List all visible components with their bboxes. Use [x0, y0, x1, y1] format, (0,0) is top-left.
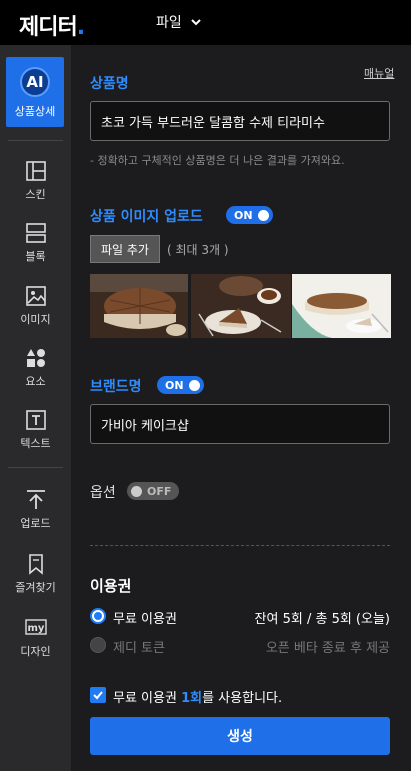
bookmark-icon — [28, 554, 43, 575]
toggle-knob — [131, 485, 142, 497]
token-radio[interactable] — [90, 637, 106, 653]
file-menu-label: 파일 — [156, 15, 182, 31]
checkmark-icon — [93, 691, 103, 700]
generate-button[interactable]: 생성 — [90, 717, 390, 755]
product-image-thumbnail[interactable] — [292, 274, 391, 338]
my-design-icon: my — [24, 619, 47, 635]
use-free-pass-text: 무료 이용권 1회를 사용합니다. — [113, 691, 283, 706]
upload-icon — [26, 490, 45, 509]
main-panel: 매뉴얼 상품명 초코 가득 부드러운 달콤함 수제 티라미수 - 정확하고 구체… — [71, 45, 411, 771]
top-bar: 제디터. 파일 — [0, 0, 411, 45]
section-divider — [90, 545, 390, 546]
brand-title: 브랜드명 — [90, 379, 142, 395]
toggle-label: ON — [234, 208, 253, 222]
toggle-knob — [257, 209, 269, 221]
product-name-title: 상품명 — [90, 76, 129, 92]
free-pass-label: 무료 이용권 — [113, 612, 177, 627]
sidebar-item-label: 즐겨찾기 — [15, 581, 56, 594]
sidebar-item-label: 업로드 — [20, 517, 51, 530]
image-icon — [25, 286, 46, 306]
sidebar-item-label: 스킨 — [25, 188, 46, 201]
product-name-hint: - 정확하고 구체적인 상품명은 더 나은 결과를 가져와요. — [90, 154, 345, 167]
sidebar-item-my-design[interactable]: my 디자인 — [0, 617, 71, 659]
toggle-knob — [188, 379, 200, 391]
options-title: 옵션 — [90, 485, 116, 501]
sidebar-item-label: 상품상세 — [14, 105, 56, 118]
product-name-input[interactable]: 초코 가득 부드러운 달콤함 수제 티라미수 — [90, 101, 390, 141]
sidebar-item-bookmark[interactable]: 즐겨찾기 — [0, 553, 71, 595]
text-icon — [25, 410, 46, 430]
sidebar-item-label: 텍스트 — [20, 437, 51, 450]
sidebar-divider — [8, 140, 63, 141]
sidebar-item-label: 블록 — [25, 250, 46, 263]
sidebar-item-label: 요소 — [25, 375, 46, 388]
use-free-pass-checkbox[interactable] — [90, 687, 106, 703]
app-logo[interactable]: 제디터. — [19, 9, 85, 41]
sidebar-item-label: 디자인 — [20, 645, 51, 658]
token-label: 제디 토큰 — [113, 641, 165, 656]
svg-text:my: my — [27, 623, 44, 634]
toggle-label: ON — [165, 378, 184, 392]
product-image-thumbnail[interactable] — [191, 274, 291, 338]
sidebar-item-upload[interactable]: 업로드 — [0, 489, 71, 531]
block-icon — [25, 223, 46, 243]
sidebar-item-element[interactable]: 요소 — [0, 347, 71, 389]
max-files-note: ( 최대 3개 ) — [167, 243, 229, 257]
product-image-title: 상품 이미지 업로드 — [90, 209, 203, 225]
brand-name-input[interactable]: 가비아 케이크샵 — [90, 404, 390, 444]
usage-title: 이용권 — [90, 577, 132, 595]
manual-link[interactable]: 매뉴얼 — [364, 65, 394, 81]
options-toggle[interactable]: OFF — [127, 482, 180, 500]
sidebar-divider — [8, 467, 63, 468]
ai-icon: AI — [20, 67, 50, 97]
sidebar: AI 상품상세 스킨 블록 이미지 요소 텍스트 업로드 즐겨찾기 my 디자인 — [0, 45, 71, 771]
sidebar-item-image[interactable]: 이미지 — [0, 285, 71, 327]
file-menu[interactable]: 파일 — [156, 12, 202, 32]
token-status: 오픈 베타 종료 후 제공 — [265, 641, 390, 656]
element-icon — [26, 349, 45, 367]
free-pass-status: 잔여 5회 / 총 5회 (오늘) — [254, 612, 390, 627]
skin-icon — [25, 161, 46, 181]
free-pass-radio[interactable] — [90, 608, 106, 624]
chevron-down-icon — [191, 19, 201, 26]
sidebar-item-text[interactable]: 텍스트 — [0, 409, 71, 451]
toggle-label: OFF — [147, 484, 172, 498]
brand-toggle[interactable]: ON — [157, 376, 204, 394]
product-image-toggle[interactable]: ON — [226, 206, 273, 224]
sidebar-item-label: 이미지 — [20, 313, 51, 326]
add-file-button[interactable]: 파일 추가 — [90, 235, 160, 263]
product-image-thumbnail[interactable] — [90, 274, 188, 338]
sidebar-item-skin[interactable]: 스킨 — [0, 160, 71, 202]
sidebar-item-block[interactable]: 블록 — [0, 222, 71, 264]
sidebar-item-product-detail[interactable]: AI 상품상세 — [6, 57, 64, 127]
